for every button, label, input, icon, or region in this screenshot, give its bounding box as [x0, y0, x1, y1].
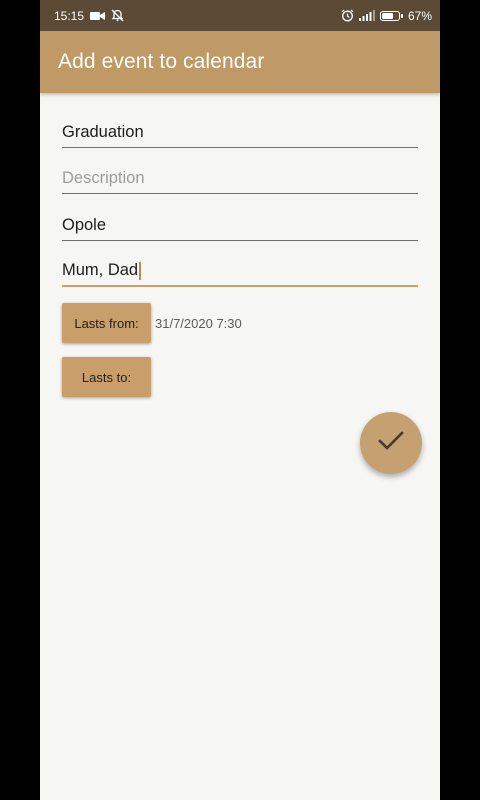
location-value: Opole: [62, 216, 107, 234]
battery-icon: [379, 10, 403, 21]
video-camera-icon: [90, 11, 106, 21]
description-placeholder: Description: [62, 169, 145, 187]
description-field[interactable]: Description: [62, 160, 418, 194]
attendees-value: Mum, Dad: [62, 261, 139, 279]
lasts-from-label: Lasts from:: [74, 315, 139, 331]
text-cursor: [139, 262, 141, 280]
lasts-from-button[interactable]: Lasts from:: [62, 303, 151, 343]
location-field[interactable]: Opole: [62, 207, 418, 241]
page-title: Add event to calendar: [58, 50, 265, 73]
notifications-off-icon: [111, 9, 124, 22]
lasts-to-button[interactable]: Lasts to:: [62, 357, 151, 397]
event-title-field[interactable]: Graduation: [62, 114, 418, 148]
status-bar: 15:15 67%: [40, 0, 440, 31]
attendees-field[interactable]: Mum, Dad: [62, 253, 418, 287]
lasts-from-value: 31/7/2020 7:30: [155, 316, 242, 331]
save-event-button[interactable]: [360, 412, 422, 474]
app-bar: Add event to calendar: [40, 31, 440, 93]
app-screen: 15:15 67% Add event to calendar Graduati…: [40, 0, 440, 800]
status-time: 15:15: [54, 8, 85, 23]
event-title-value: Graduation: [62, 123, 144, 141]
battery-percent: 67%: [407, 8, 432, 23]
check-icon: [377, 430, 405, 457]
lasts-to-label: Lasts to:: [81, 369, 132, 385]
signal-icon: [358, 10, 375, 21]
alarm-icon: [341, 9, 354, 22]
